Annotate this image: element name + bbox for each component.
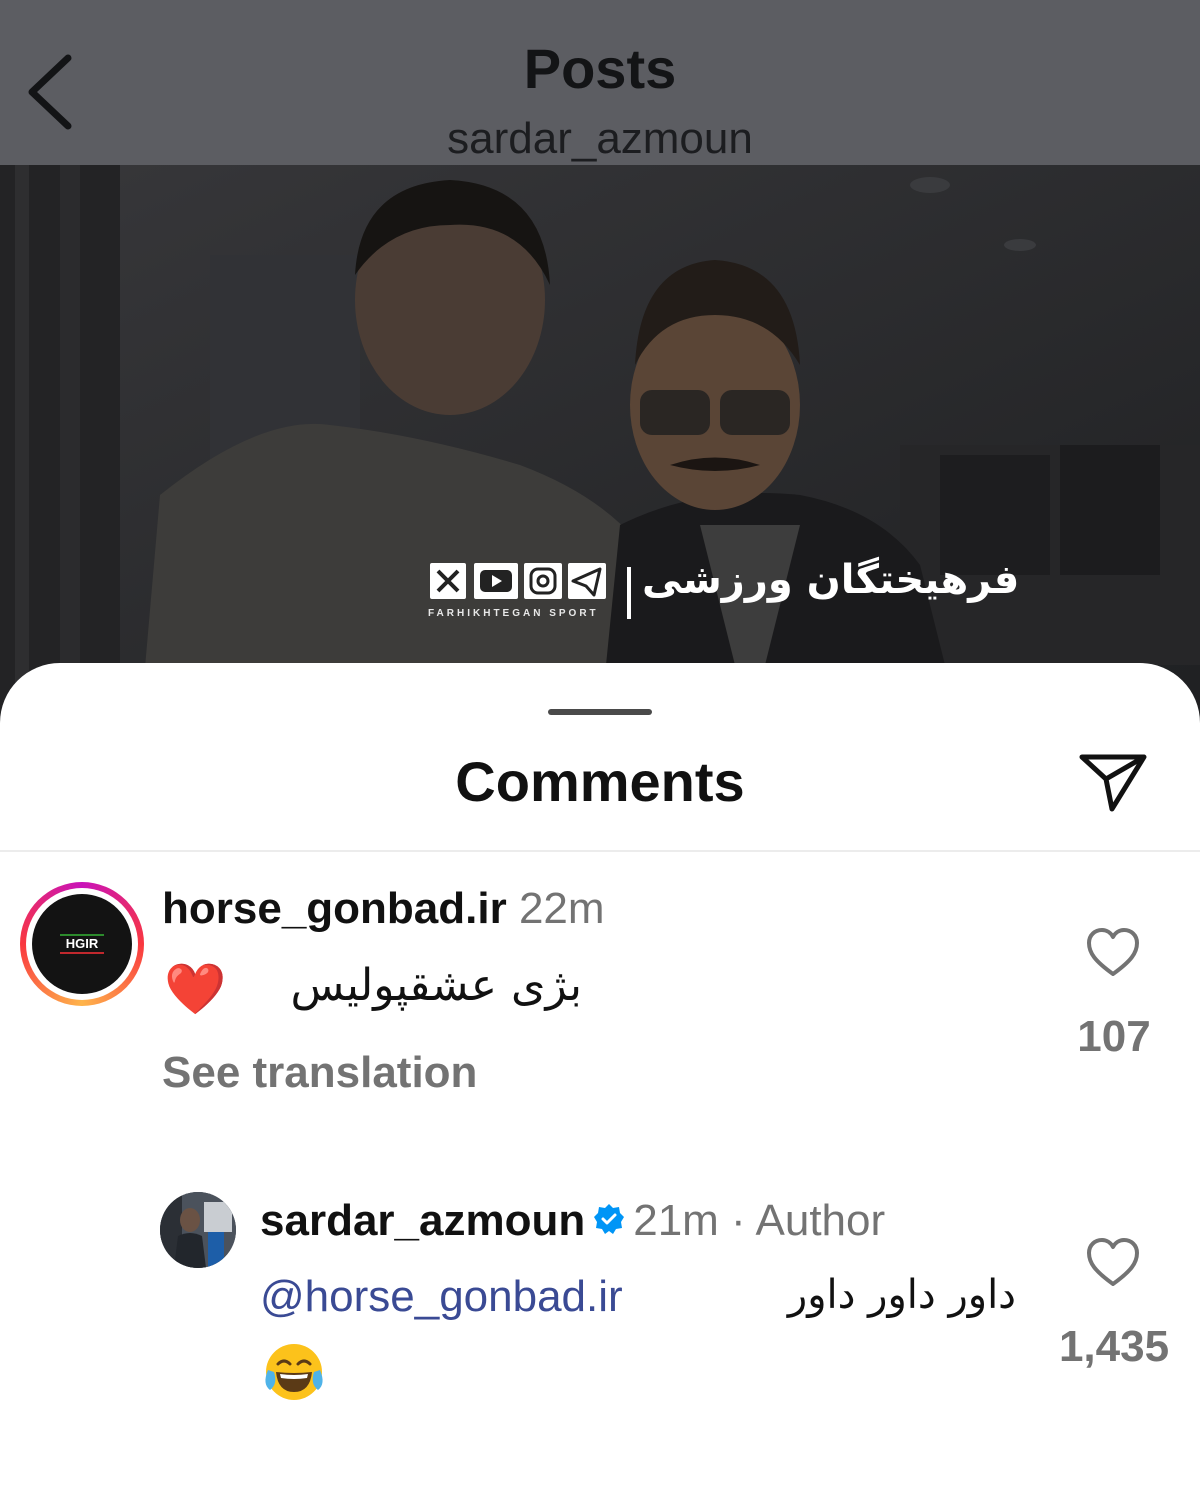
photo-scene: [0, 165, 1200, 725]
watermark-logo: فرهیختگان ورزشی: [642, 557, 1020, 603]
page-title: Posts: [523, 37, 677, 100]
see-translation-link[interactable]: See translation: [162, 1048, 477, 1098]
verified-badge-icon: [594, 1204, 625, 1235]
watermark-sport-text: FARHIKHTEGAN SPORT: [428, 608, 599, 619]
post-photo[interactable]: FARHIKHTEGAN SPORT فرهیختگان ورزشی: [0, 165, 1200, 725]
reply-header: sardar_azmoun 21m · Author: [260, 1196, 885, 1246]
like-heart-icon[interactable]: [1085, 1237, 1141, 1289]
comment-text: ❤️ بژی عشقپولیس: [162, 960, 582, 1026]
commenter-avatar-story-ring[interactable]: HGIR: [20, 882, 144, 1006]
reply-text: @horse_gonbad.ir داور داور داور: [260, 1272, 1020, 1338]
avatar-ring-gap: HGIR: [26, 888, 138, 1000]
avatar-red-line: [60, 952, 104, 954]
reply-time: 21m · Author: [633, 1196, 886, 1245]
share-send-icon[interactable]: [1076, 749, 1150, 815]
comment-username[interactable]: horse_gonbad.ir: [162, 884, 507, 933]
page-subtitle-username[interactable]: sardar_azmoun: [0, 114, 1200, 164]
header-divider: [0, 850, 1200, 852]
avatar-logo-text: HGIR: [65, 936, 99, 951]
comment-header: horse_gonbad.ir 22m: [162, 884, 605, 934]
reply-text-persian: داور داور داور: [787, 1272, 1016, 1318]
avatar: HGIR: [32, 894, 132, 994]
sheet-drag-handle[interactable]: [548, 709, 652, 715]
comments-title: Comments: [455, 750, 745, 813]
like-count: 107: [1077, 1012, 1151, 1061]
reply-avatar[interactable]: [160, 1192, 236, 1268]
comment-text-persian: بژی عشقپولیس: [290, 960, 583, 1011]
avatar-photo: [160, 1192, 236, 1268]
like-heart-icon[interactable]: [1085, 927, 1141, 979]
like-count: 1,435: [1058, 1322, 1170, 1371]
top-bar: Posts sardar_azmoun: [0, 0, 1200, 165]
comment-time: 22m: [518, 884, 605, 933]
red-heart-emoji: ❤️: [164, 961, 227, 1017]
reply-username[interactable]: sardar_azmoun: [260, 1196, 585, 1245]
mention-link[interactable]: @horse_gonbad.ir: [260, 1272, 623, 1322]
laughing-tears-emoji: [265, 1344, 323, 1400]
